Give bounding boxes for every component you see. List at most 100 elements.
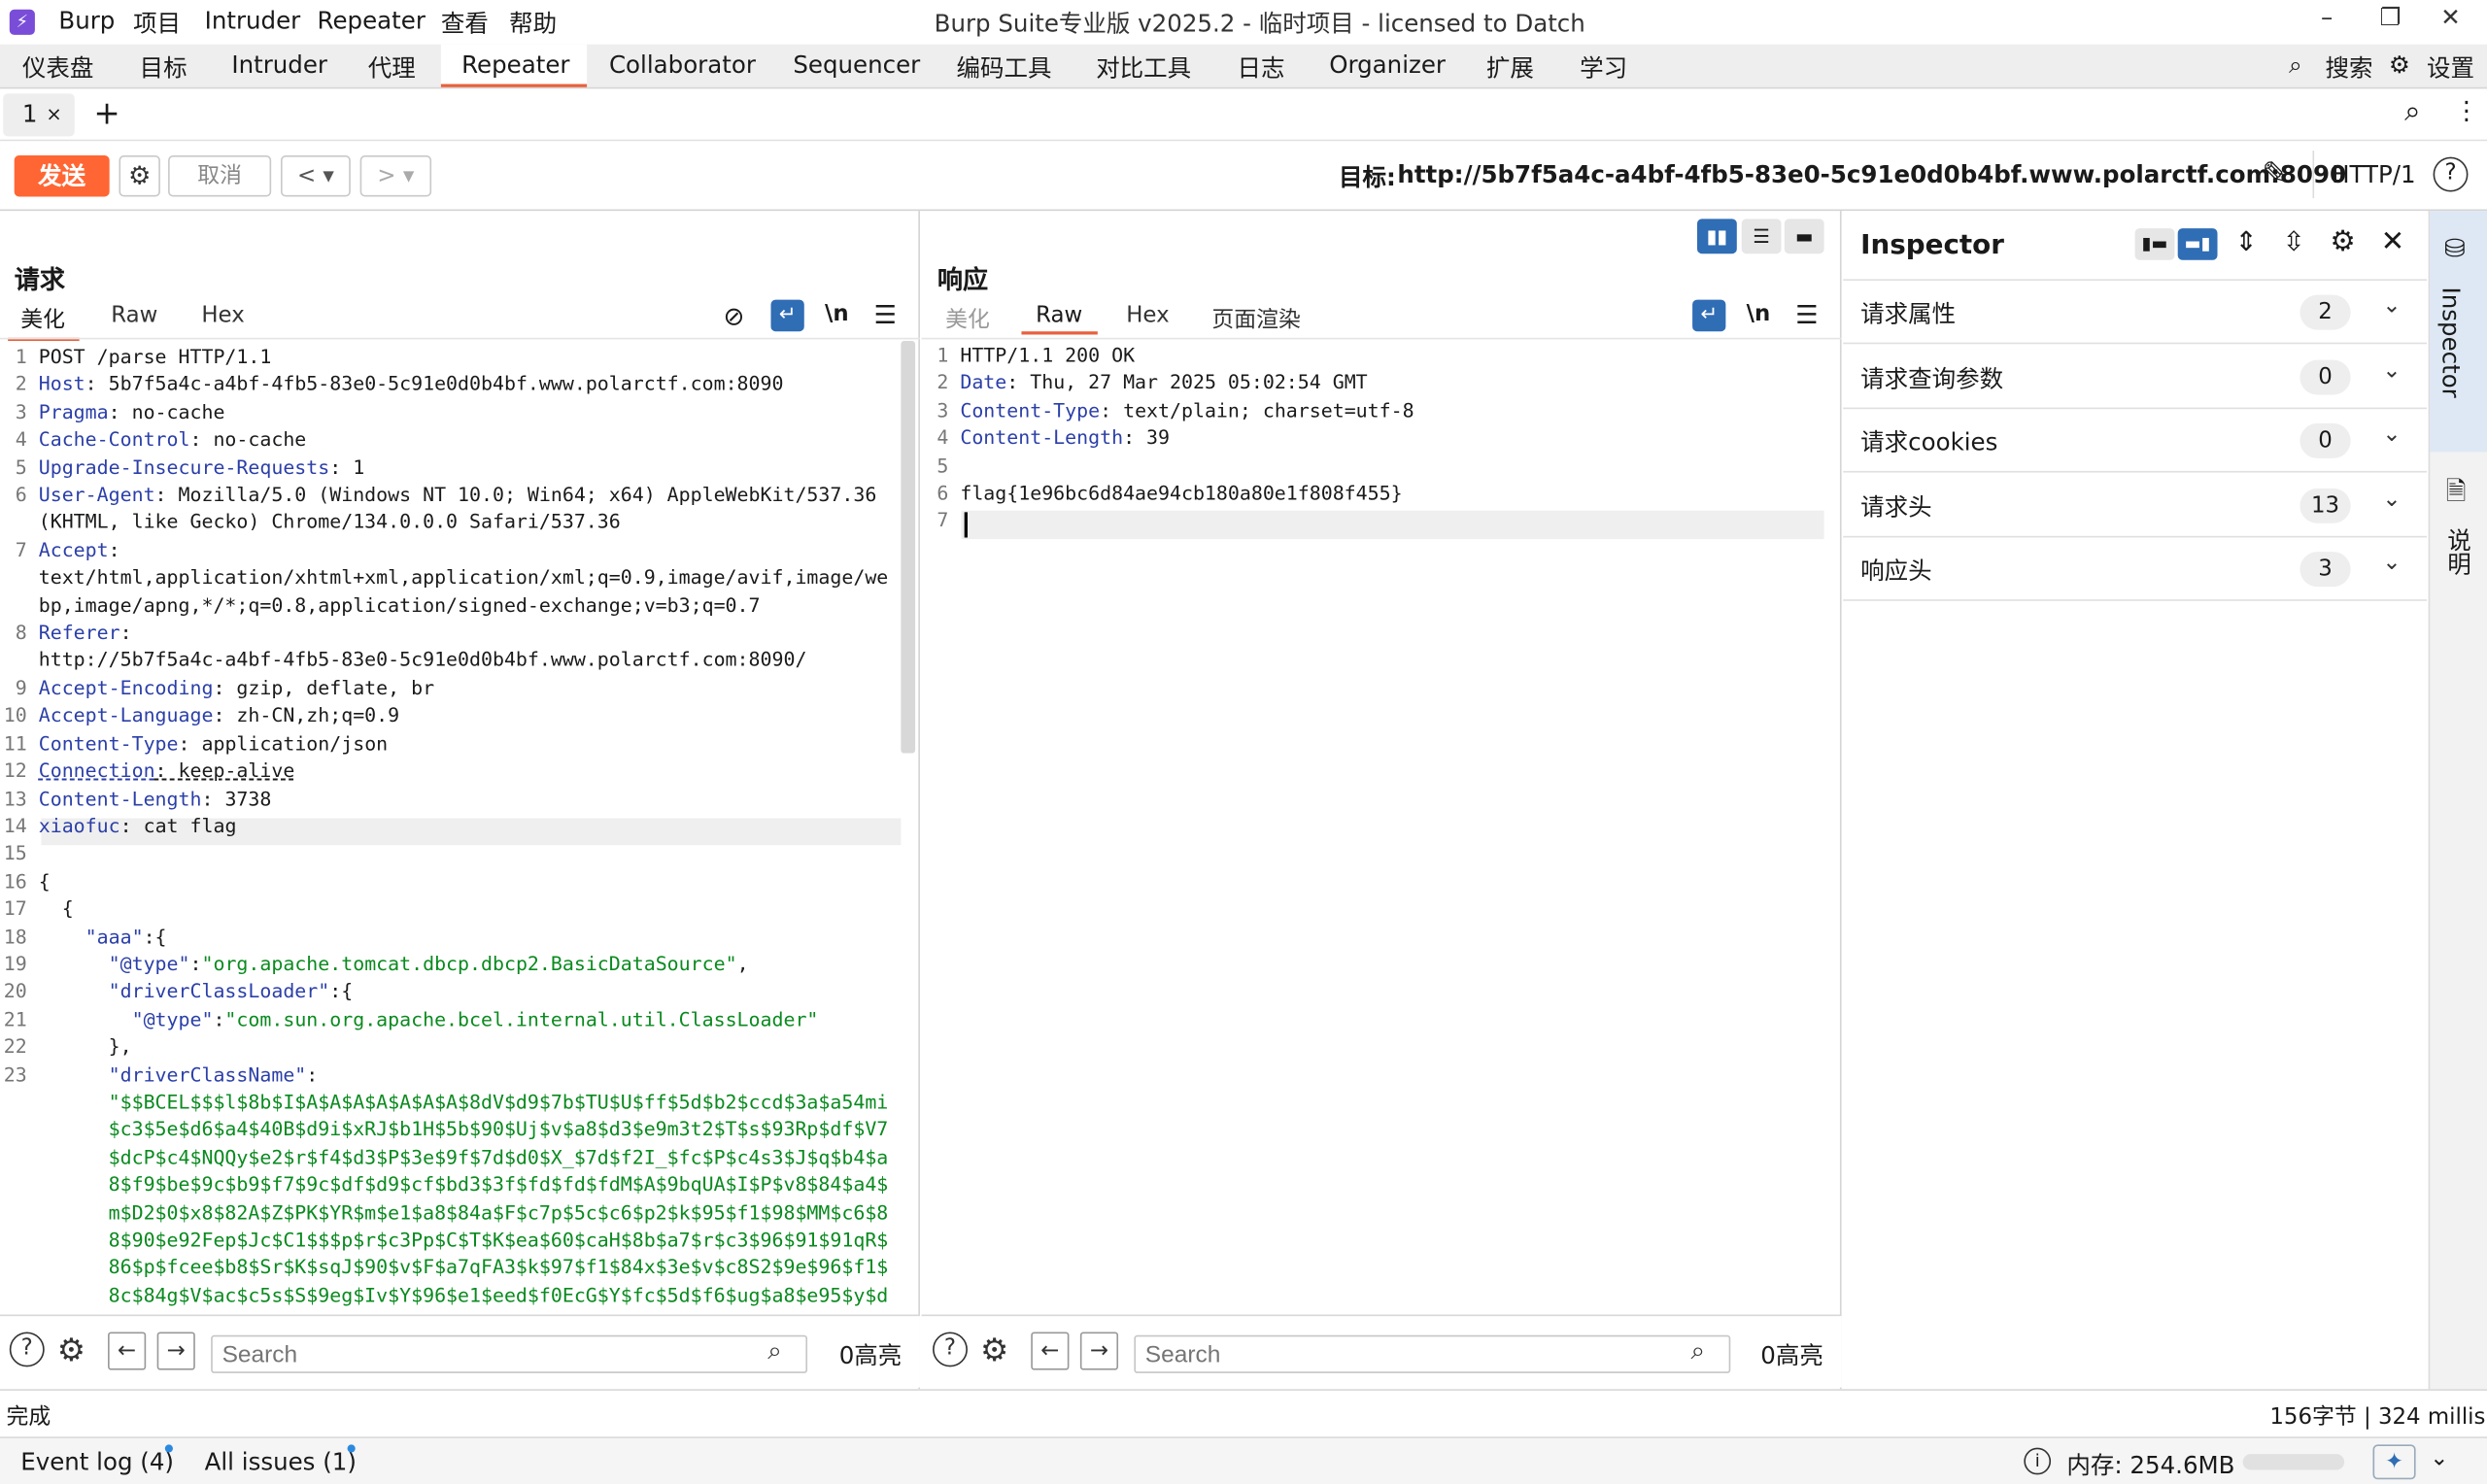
help-icon[interactable]: ? [933, 1332, 968, 1367]
menu-repeater[interactable]: Repeater [318, 7, 426, 35]
menu-burp[interactable]: Burp [58, 7, 115, 35]
response-tab-raw[interactable]: Raw [1021, 303, 1099, 335]
send-settings-gear-icon[interactable]: ⚙ [119, 155, 160, 197]
help-icon[interactable]: ? [9, 1332, 45, 1367]
side-tab-notes[interactable]: 🗎 说明 [2430, 452, 2487, 610]
response-tab-render[interactable]: 页面渲染 [1211, 303, 1300, 335]
tab-intruder[interactable]: Intruder [231, 51, 327, 79]
code-line: http://5b7f5a4c-a4bf-4fb5-83e0-5c91e0d0b… [2, 648, 889, 675]
hide-eye-icon[interactable]: ⊘ [724, 301, 745, 331]
response-tab-hex[interactable]: Hex [1126, 303, 1169, 328]
inspector-layout-active-icon[interactable]: ▬▮ [2177, 228, 2218, 260]
menu-help[interactable]: 帮助 [509, 7, 557, 40]
event-log-link[interactable]: Event log (4) [20, 1448, 174, 1476]
response-highlight-count: 0高亮 [1760, 1341, 1823, 1370]
chevron-down-icon[interactable]: ⌄ [2382, 422, 2401, 447]
newline-toggle[interactable]: \n [825, 301, 849, 326]
tab-decoder[interactable]: 编码工具 [957, 51, 1052, 84]
tab-comparer[interactable]: 对比工具 [1096, 51, 1191, 84]
settings-label[interactable]: 设置 [2427, 51, 2474, 84]
collapse-all-icon[interactable]: ⇳ [2282, 226, 2304, 258]
request-search-input[interactable] [211, 1334, 808, 1373]
next-match-icon[interactable]: → [1079, 1332, 1119, 1370]
header-name: "@type" [38, 1007, 214, 1030]
repeater-tab-1[interactable]: 1 × [3, 93, 75, 137]
tab-repeater[interactable]: Repeater [440, 44, 588, 87]
chevron-down-icon[interactable]: ⌄ [2382, 551, 2401, 576]
gear-icon[interactable]: ⚙ [2389, 51, 2410, 79]
forward-history-icon[interactable]: > ▾ [359, 155, 432, 197]
inspector-section[interactable]: 请求属性 2 ⌄ [1843, 281, 2428, 345]
tab-target[interactable]: 目标 [140, 51, 187, 84]
tab-collaborator[interactable]: Collaborator [609, 51, 756, 79]
global-search-label[interactable]: 搜索 [2326, 51, 2373, 84]
tab-dashboard[interactable]: 仪表盘 [22, 51, 93, 84]
tab-proxy[interactable]: 代理 [368, 51, 416, 84]
tab-learn[interactable]: 学习 [1580, 51, 1627, 84]
http-version-toggle[interactable]: HTTP/1 [2332, 160, 2416, 188]
more-options-icon[interactable]: ⋮ [2454, 95, 2479, 125]
inspector-layout-icon[interactable]: ▮▬ [2134, 228, 2175, 260]
close-tab-icon[interactable]: × [46, 103, 61, 125]
add-tab-icon[interactable]: + [93, 93, 119, 131]
tab-organizer[interactable]: Organizer [1329, 51, 1446, 79]
next-match-icon[interactable]: → [156, 1332, 195, 1370]
cancel-button[interactable]: 取消 [168, 155, 272, 197]
close-icon[interactable]: ✕ [2381, 225, 2405, 258]
minimize-icon[interactable]: – [2303, 3, 2351, 31]
request-tab-raw[interactable]: Raw [111, 303, 157, 328]
previous-match-icon[interactable]: ← [1031, 1332, 1070, 1370]
tab-extensions[interactable]: 扩展 [1486, 51, 1534, 84]
gear-icon[interactable]: ⚙ [2330, 225, 2355, 258]
inspector-section[interactable]: 请求cookies 0 ⌄ [1843, 409, 2428, 473]
menu-project[interactable]: 项目 [133, 7, 181, 40]
request-scrollbar[interactable] [901, 341, 916, 754]
menu-intruder[interactable]: Intruder [205, 7, 301, 35]
chevron-down-icon[interactable]: ⌄ [2382, 293, 2401, 319]
close-window-icon[interactable]: ✕ [2427, 3, 2474, 31]
menu-icon[interactable]: ☰ [1795, 300, 1818, 330]
request-tab-hex[interactable]: Hex [201, 303, 244, 328]
request-editor[interactable]: 1 POST /parse HTTP/1.1 2 Host: 5b7f5a4c-a… [2, 344, 889, 1310]
response-editor[interactable]: 1 HTTP/1.1 200 OK 2 Date: Thu, 27 Mar 202… [923, 343, 1414, 536]
send-button[interactable]: 发送 [14, 155, 110, 197]
layout-tabbed-icon[interactable]: ▬ [1784, 219, 1824, 254]
previous-match-icon[interactable]: ← [108, 1332, 147, 1370]
tab-logger[interactable]: 日志 [1238, 51, 1285, 84]
request-footer: ? ⚙ ← → ⌕ 0高亮 [0, 1314, 920, 1388]
layout-side-by-side-icon[interactable]: ▮▮ [1696, 219, 1737, 254]
wrap-lines-icon[interactable]: ↵ [1692, 299, 1726, 332]
back-history-icon[interactable]: < ▾ [280, 155, 351, 197]
edit-target-pencil-icon[interactable]: ✎ [2262, 153, 2288, 191]
wrap-lines-icon[interactable]: ↵ [770, 299, 804, 332]
gear-icon[interactable]: ⚙ [980, 1331, 1008, 1368]
chevron-down-icon[interactable]: ⌄ [2430, 1446, 2448, 1471]
request-tab-pretty[interactable]: 美化 [8, 303, 80, 342]
gear-icon[interactable]: ⚙ [57, 1331, 85, 1368]
code-line: 1 HTTP/1.1 200 OK [923, 343, 1414, 370]
response-search-input[interactable] [1134, 1334, 1731, 1373]
target-url[interactable]: http://5b7f5a4c-a4bf-4fb5-83e0-5c91e0d0b… [1397, 160, 2346, 188]
tab-sequencer[interactable]: Sequencer [793, 51, 920, 79]
menu-view[interactable]: 查看 [441, 7, 489, 40]
inspector-section[interactable]: 请求头 13 ⌄ [1843, 473, 2428, 537]
side-tab-inspector[interactable]: ⛁ Inspector [2430, 211, 2487, 453]
chevron-down-icon[interactable]: ⌄ [2382, 486, 2401, 511]
ai-sparkle-icon[interactable]: ✦ [2372, 1444, 2416, 1480]
search-icon: ⌕ [767, 1334, 782, 1366]
response-tab-pretty[interactable]: 美化 [945, 303, 990, 335]
search-icon[interactable]: ⌕ [2289, 51, 2302, 79]
help-icon[interactable]: ? [2433, 156, 2469, 192]
search-tabs-icon[interactable]: ⌕ [2404, 95, 2420, 128]
json-string-value: $dcP$c4$NQQy$e2$r$f4$d3$P$3e$9f$7d$d0$X_… [38, 1146, 889, 1168]
expand-all-icon[interactable]: ⇕ [2234, 226, 2257, 258]
info-icon[interactable]: i [2024, 1447, 2052, 1475]
menu-icon[interactable]: ☰ [874, 300, 897, 330]
inspector-section[interactable]: 响应头 3 ⌄ [1843, 537, 2428, 601]
restore-icon[interactable]: ❐ [2367, 3, 2414, 31]
all-issues-link[interactable]: All issues (1) [205, 1448, 357, 1476]
layout-stacked-icon[interactable]: ☰ [1741, 219, 1782, 254]
chevron-down-icon[interactable]: ⌄ [2382, 357, 2401, 383]
inspector-section[interactable]: 请求查询参数 0 ⌄ [1843, 345, 2428, 409]
newline-toggle[interactable]: \n [1747, 301, 1771, 326]
